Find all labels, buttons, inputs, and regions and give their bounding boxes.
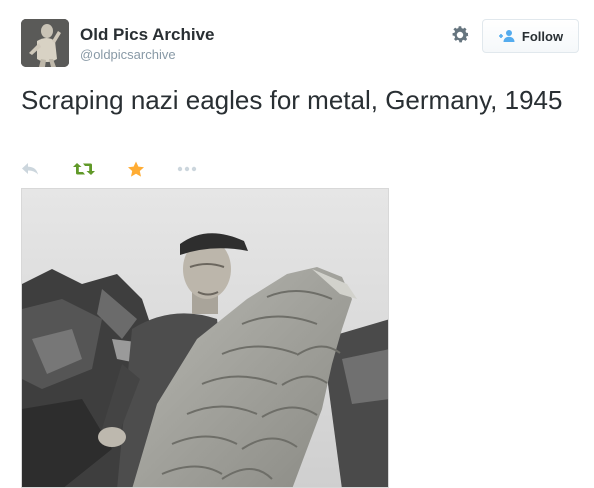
user-handle[interactable]: @oldpicsarchive xyxy=(80,47,176,62)
more-icon xyxy=(177,166,197,172)
display-name[interactable]: Old Pics Archive xyxy=(80,25,214,45)
follow-button[interactable]: Follow xyxy=(482,19,579,53)
tweet-photo-image xyxy=(22,189,388,487)
tweet-text: Scraping nazi eagles for metal, Germany,… xyxy=(21,85,563,115)
favorite-button[interactable] xyxy=(127,158,145,180)
tweet-photo[interactable] xyxy=(21,188,389,488)
follow-user-icon xyxy=(498,30,515,42)
avatar-photo xyxy=(21,19,69,67)
gear-icon[interactable] xyxy=(449,24,471,46)
favorite-icon xyxy=(128,161,144,177)
reply-button[interactable] xyxy=(21,158,39,180)
retweet-icon xyxy=(73,163,95,175)
more-button[interactable] xyxy=(177,158,197,180)
follow-button-label: Follow xyxy=(521,28,564,44)
retweet-button[interactable] xyxy=(73,158,95,180)
reply-icon xyxy=(22,163,38,175)
avatar[interactable] xyxy=(21,19,69,67)
